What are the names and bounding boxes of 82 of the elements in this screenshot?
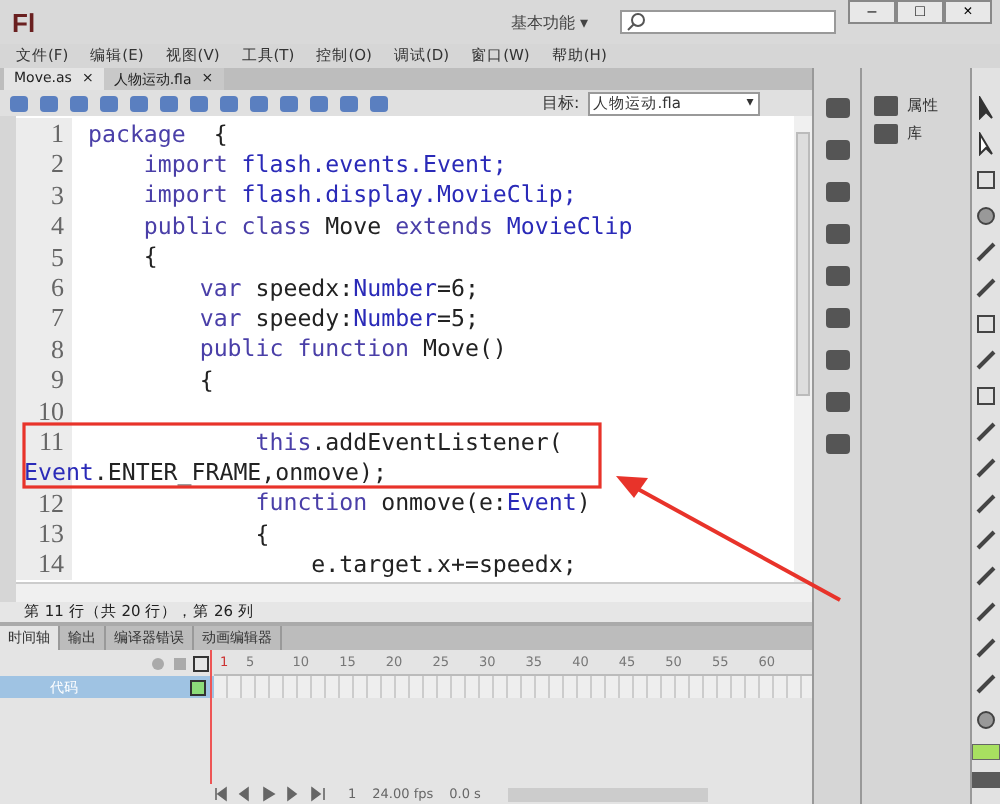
- window-control-button[interactable]: □: [896, 0, 944, 24]
- panel-icon: [874, 124, 899, 144]
- line-number: 7: [16, 302, 72, 334]
- search-icon: [626, 12, 646, 32]
- panel-icon[interactable]: [823, 264, 852, 288]
- line-number: 13: [16, 518, 72, 549]
- layer-toggles-icon[interactable]: [150, 655, 210, 671]
- toolbar-icon[interactable]: [68, 93, 90, 113]
- toolbar-icon[interactable]: [368, 93, 390, 113]
- horizontal-scrollbar[interactable]: [16, 582, 812, 602]
- toolbar-icon[interactable]: [98, 93, 120, 113]
- workspace-switcher[interactable]: 基本功能 ▾: [510, 11, 588, 33]
- tool-icon[interactable]: [974, 312, 998, 336]
- horizontal-scrollbar[interactable]: [508, 787, 709, 801]
- fill-color-swatch[interactable]: [972, 772, 1000, 788]
- line-number: 8: [16, 333, 72, 365]
- code-line: Event.ENTER_FRAME,onmove);: [24, 457, 387, 486]
- app-logo: Fl: [12, 7, 36, 37]
- code-line: function onmove(e:Event): [253, 488, 591, 517]
- code-line: e.target.x+=speedx;: [309, 550, 577, 579]
- toolbar-icon[interactable]: [38, 93, 60, 113]
- line-number: 5: [16, 241, 72, 272]
- code-line: public class Move extends MovieClip: [141, 211, 633, 240]
- tool-icon[interactable]: [974, 132, 998, 156]
- tool-icon[interactable]: [974, 420, 998, 444]
- tool-icon[interactable]: [974, 492, 998, 516]
- line-number: 3: [16, 179, 72, 211]
- line-number: 1: [16, 118, 72, 149]
- toolbar-icon[interactable]: [308, 93, 330, 113]
- panel-icon[interactable]: [823, 348, 852, 372]
- line-number: 9: [16, 364, 72, 396]
- window-control-button[interactable]: ×: [944, 0, 992, 24]
- tool-icon[interactable]: [974, 348, 998, 372]
- code-line: package {: [88, 119, 228, 148]
- toolbar-icon[interactable]: [218, 93, 240, 113]
- search-field[interactable]: [620, 10, 836, 34]
- zoom-icon[interactable]: [974, 708, 998, 732]
- code-line: {: [197, 365, 214, 394]
- tool-icon[interactable]: [974, 384, 998, 408]
- window-control-button[interactable]: –: [848, 0, 896, 24]
- code-line: import flash.display.MovieClip;: [141, 180, 577, 209]
- panel-icon[interactable]: [823, 306, 852, 330]
- tool-icon[interactable]: [974, 600, 998, 624]
- tool-icon[interactable]: [974, 204, 998, 228]
- code-line: {: [253, 519, 270, 548]
- stroke-color-swatch[interactable]: [972, 744, 1000, 760]
- toolbar-icon[interactable]: [338, 93, 360, 113]
- panel-icon[interactable]: [823, 138, 852, 162]
- toolbar-icon[interactable]: [158, 93, 180, 113]
- toolbar-icon[interactable]: [188, 93, 210, 113]
- line-number: 12: [16, 487, 72, 519]
- target-label: 目标:: [542, 92, 580, 114]
- code-line: public function Move(): [197, 334, 507, 363]
- panel-icon[interactable]: [823, 96, 852, 120]
- tool-icon[interactable]: [974, 456, 998, 480]
- code-line: import flash.events.Event;: [141, 150, 507, 179]
- line-number: 14: [16, 548, 72, 580]
- tool-icon[interactable]: [974, 276, 998, 300]
- toolbar-icon[interactable]: [8, 93, 30, 113]
- line-number: 6: [16, 271, 72, 303]
- tool-icon[interactable]: [974, 168, 998, 192]
- panel-icon[interactable]: [823, 390, 852, 414]
- panel-icon[interactable]: [823, 432, 852, 456]
- panel-icon[interactable]: [823, 180, 852, 204]
- tool-icon[interactable]: [974, 636, 998, 660]
- tool-icon[interactable]: [974, 96, 998, 120]
- code-line: var speedy:Number=5;: [197, 304, 479, 333]
- panel-icon: [874, 96, 899, 116]
- tool-icon[interactable]: [974, 240, 998, 264]
- line-number: 4: [16, 210, 72, 242]
- tool-icon[interactable]: [974, 528, 998, 552]
- code-line: this.addEventListener(: [253, 427, 563, 456]
- panel-icon[interactable]: [823, 222, 852, 246]
- toolbar-icon[interactable]: [278, 93, 300, 113]
- code-line: {: [141, 242, 158, 271]
- tool-icon[interactable]: [974, 672, 998, 696]
- toolbar-icon[interactable]: [128, 93, 150, 113]
- line-number: 2: [16, 148, 72, 180]
- tool-icon[interactable]: [974, 564, 998, 588]
- vertical-scrollbar[interactable]: [793, 116, 812, 582]
- toolbar-icon[interactable]: [248, 93, 270, 113]
- code-line: var speedx:Number=6;: [197, 273, 479, 302]
